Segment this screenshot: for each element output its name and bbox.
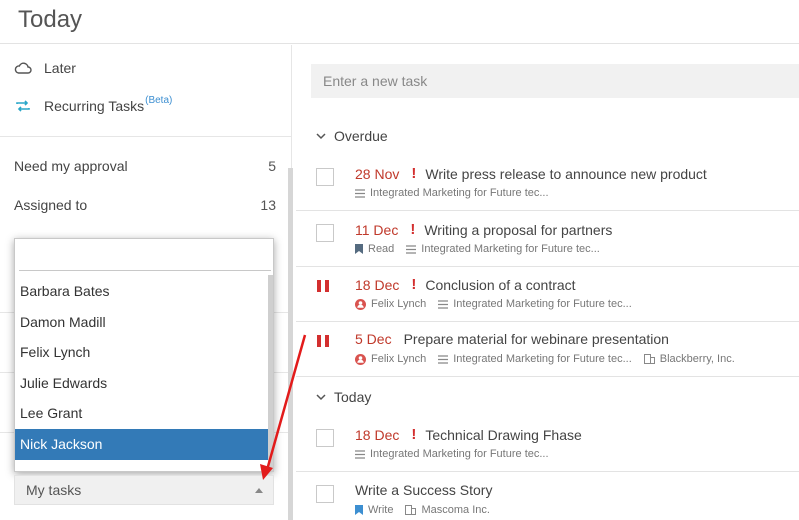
- task-title[interactable]: Technical Drawing Fhase: [425, 427, 581, 443]
- task-due-date: 18 Dec: [355, 426, 400, 443]
- important-icon: !: [411, 276, 417, 293]
- dropdown-option-selected[interactable]: Nick Jackson: [15, 428, 269, 460]
- sidebar-item-label: Recurring Tasks: [44, 98, 145, 114]
- sidebar-item-recurring[interactable]: Recurring Tasks (Beta): [14, 94, 173, 115]
- task-assignee[interactable]: Felix Lynch: [355, 298, 426, 310]
- dropdown-options: Barbara Bates Damon Madill Felix Lynch J…: [15, 276, 269, 460]
- task-title[interactable]: Writing a proposal for partners: [424, 222, 612, 238]
- task-company[interactable]: Blackberry, Inc.: [643, 353, 735, 365]
- building-icon: [643, 354, 655, 364]
- sidebar-item-need-approval[interactable]: Need my approval 5: [14, 158, 276, 174]
- task-project[interactable]: Integrated Marketing for Future tec...: [406, 243, 600, 255]
- task-row[interactable]: Write a Success Story Write Mascoma Inc.: [296, 473, 799, 520]
- task-tag-label: Read: [368, 243, 395, 255]
- user-icon: [355, 298, 366, 310]
- task-project[interactable]: Integrated Marketing for Future tec...: [355, 187, 549, 199]
- cloud-icon: [14, 59, 32, 77]
- page-header: Today: [0, 0, 799, 44]
- task-filter-value: My tasks: [26, 482, 82, 498]
- list-icon: [406, 244, 417, 254]
- sidebar-item-label: Later: [44, 60, 76, 76]
- caret-up-icon: [255, 488, 263, 493]
- task-checkbox[interactable]: [316, 485, 334, 503]
- list-icon: [438, 299, 449, 309]
- sidebar-item-later[interactable]: Later: [14, 59, 76, 77]
- task-company-label: Blackberry, Inc.: [659, 353, 735, 365]
- important-icon: !: [411, 426, 417, 443]
- user-dropdown: Barbara Bates Damon Madill Felix Lynch J…: [14, 238, 274, 472]
- task-project[interactable]: Integrated Marketing for Future tec...: [438, 353, 632, 365]
- task-assignee-label: Felix Lynch: [371, 298, 427, 310]
- section-label: Overdue: [334, 128, 388, 144]
- task-filter-select[interactable]: My tasks: [14, 475, 274, 505]
- task-project-label: Integrated Marketing for Future tec...: [370, 187, 549, 199]
- user-icon: [355, 353, 366, 365]
- task-assignee[interactable]: Felix Lynch: [355, 353, 426, 365]
- task-project[interactable]: Integrated Marketing for Future tec...: [355, 448, 549, 460]
- task-row[interactable]: 11 Dec ! Writing a proposal for partners…: [296, 212, 799, 267]
- count-badge: 5: [268, 158, 276, 174]
- task-project[interactable]: Integrated Marketing for Future tec...: [438, 298, 632, 310]
- dropdown-option[interactable]: Julie Edwards: [15, 368, 269, 399]
- list-icon: [355, 188, 365, 198]
- task-project-label: Integrated Marketing for Future tec...: [421, 243, 600, 255]
- task-project-label: Integrated Marketing for Future tec...: [453, 298, 632, 310]
- divider: [0, 136, 292, 137]
- task-due-date: 28 Nov: [355, 165, 400, 182]
- list-icon: [438, 354, 449, 364]
- task-tag[interactable]: Read: [355, 243, 394, 255]
- chevron-down-icon: [316, 393, 328, 401]
- pause-icon[interactable]: [317, 280, 329, 292]
- task-tag[interactable]: Write: [355, 504, 393, 516]
- building-icon: [405, 505, 417, 515]
- task-project-label: Integrated Marketing for Future tec...: [453, 353, 632, 365]
- section-overdue[interactable]: Overdue: [316, 128, 388, 144]
- important-icon: !: [411, 165, 417, 182]
- chevron-down-icon: [316, 132, 328, 140]
- task-assignee-label: Felix Lynch: [371, 353, 427, 365]
- task-checkbox[interactable]: [316, 168, 334, 186]
- task-company-label: Mascoma Inc.: [421, 504, 490, 516]
- dropdown-option[interactable]: Barbara Bates: [15, 276, 269, 307]
- task-row[interactable]: 18 Dec ! Conclusion of a contract Felix …: [296, 267, 799, 322]
- bookmark-icon: [355, 505, 363, 515]
- dropdown-search-input[interactable]: [19, 245, 271, 271]
- task-company[interactable]: Mascoma Inc.: [405, 504, 490, 516]
- task-title[interactable]: Conclusion of a contract: [425, 277, 575, 293]
- task-checkbox[interactable]: [316, 429, 334, 447]
- sidebar-item-assigned-to[interactable]: Assigned to 13: [14, 197, 276, 213]
- sidebar-item-label: Need my approval: [14, 158, 128, 174]
- task-due-date: 18 Dec: [355, 276, 400, 293]
- count-badge: 13: [260, 197, 276, 213]
- task-tag-label: Write: [368, 504, 394, 516]
- page-title: Today: [18, 6, 83, 33]
- bookmark-icon: [355, 244, 363, 254]
- sidebar-item-label: Assigned to: [14, 197, 88, 213]
- task-title[interactable]: Write press release to announce new prod…: [425, 166, 706, 182]
- task-title[interactable]: Prepare material for webinare presentati…: [404, 331, 669, 347]
- dropdown-option[interactable]: Damon Madill: [15, 307, 269, 338]
- new-task-input[interactable]: [311, 64, 799, 98]
- repeat-icon: [14, 97, 32, 115]
- task-title[interactable]: Write a Success Story: [355, 482, 492, 498]
- dropdown-option[interactable]: Lee Grant: [15, 398, 269, 429]
- task-row[interactable]: 18 Dec ! Technical Drawing Fhase Integra…: [296, 417, 799, 472]
- pause-icon[interactable]: [317, 335, 329, 347]
- task-checkbox[interactable]: [316, 224, 334, 242]
- task-row[interactable]: 28 Nov ! Write press release to announce…: [296, 156, 799, 211]
- section-today[interactable]: Today: [316, 389, 371, 405]
- dropdown-option[interactable]: Felix Lynch: [15, 337, 269, 368]
- list-icon: [355, 449, 365, 459]
- task-due-date: 11 Dec: [355, 221, 399, 238]
- task-project-label: Integrated Marketing for Future tec...: [370, 448, 549, 460]
- task-panel: Overdue 28 Nov ! Write press release to …: [296, 45, 799, 520]
- task-row[interactable]: 5 Dec Prepare material for webinare pres…: [296, 322, 799, 377]
- beta-badge: (Beta): [145, 94, 173, 106]
- task-due-date: 5 Dec: [355, 331, 392, 347]
- important-icon: !: [410, 221, 416, 238]
- section-label: Today: [334, 389, 372, 405]
